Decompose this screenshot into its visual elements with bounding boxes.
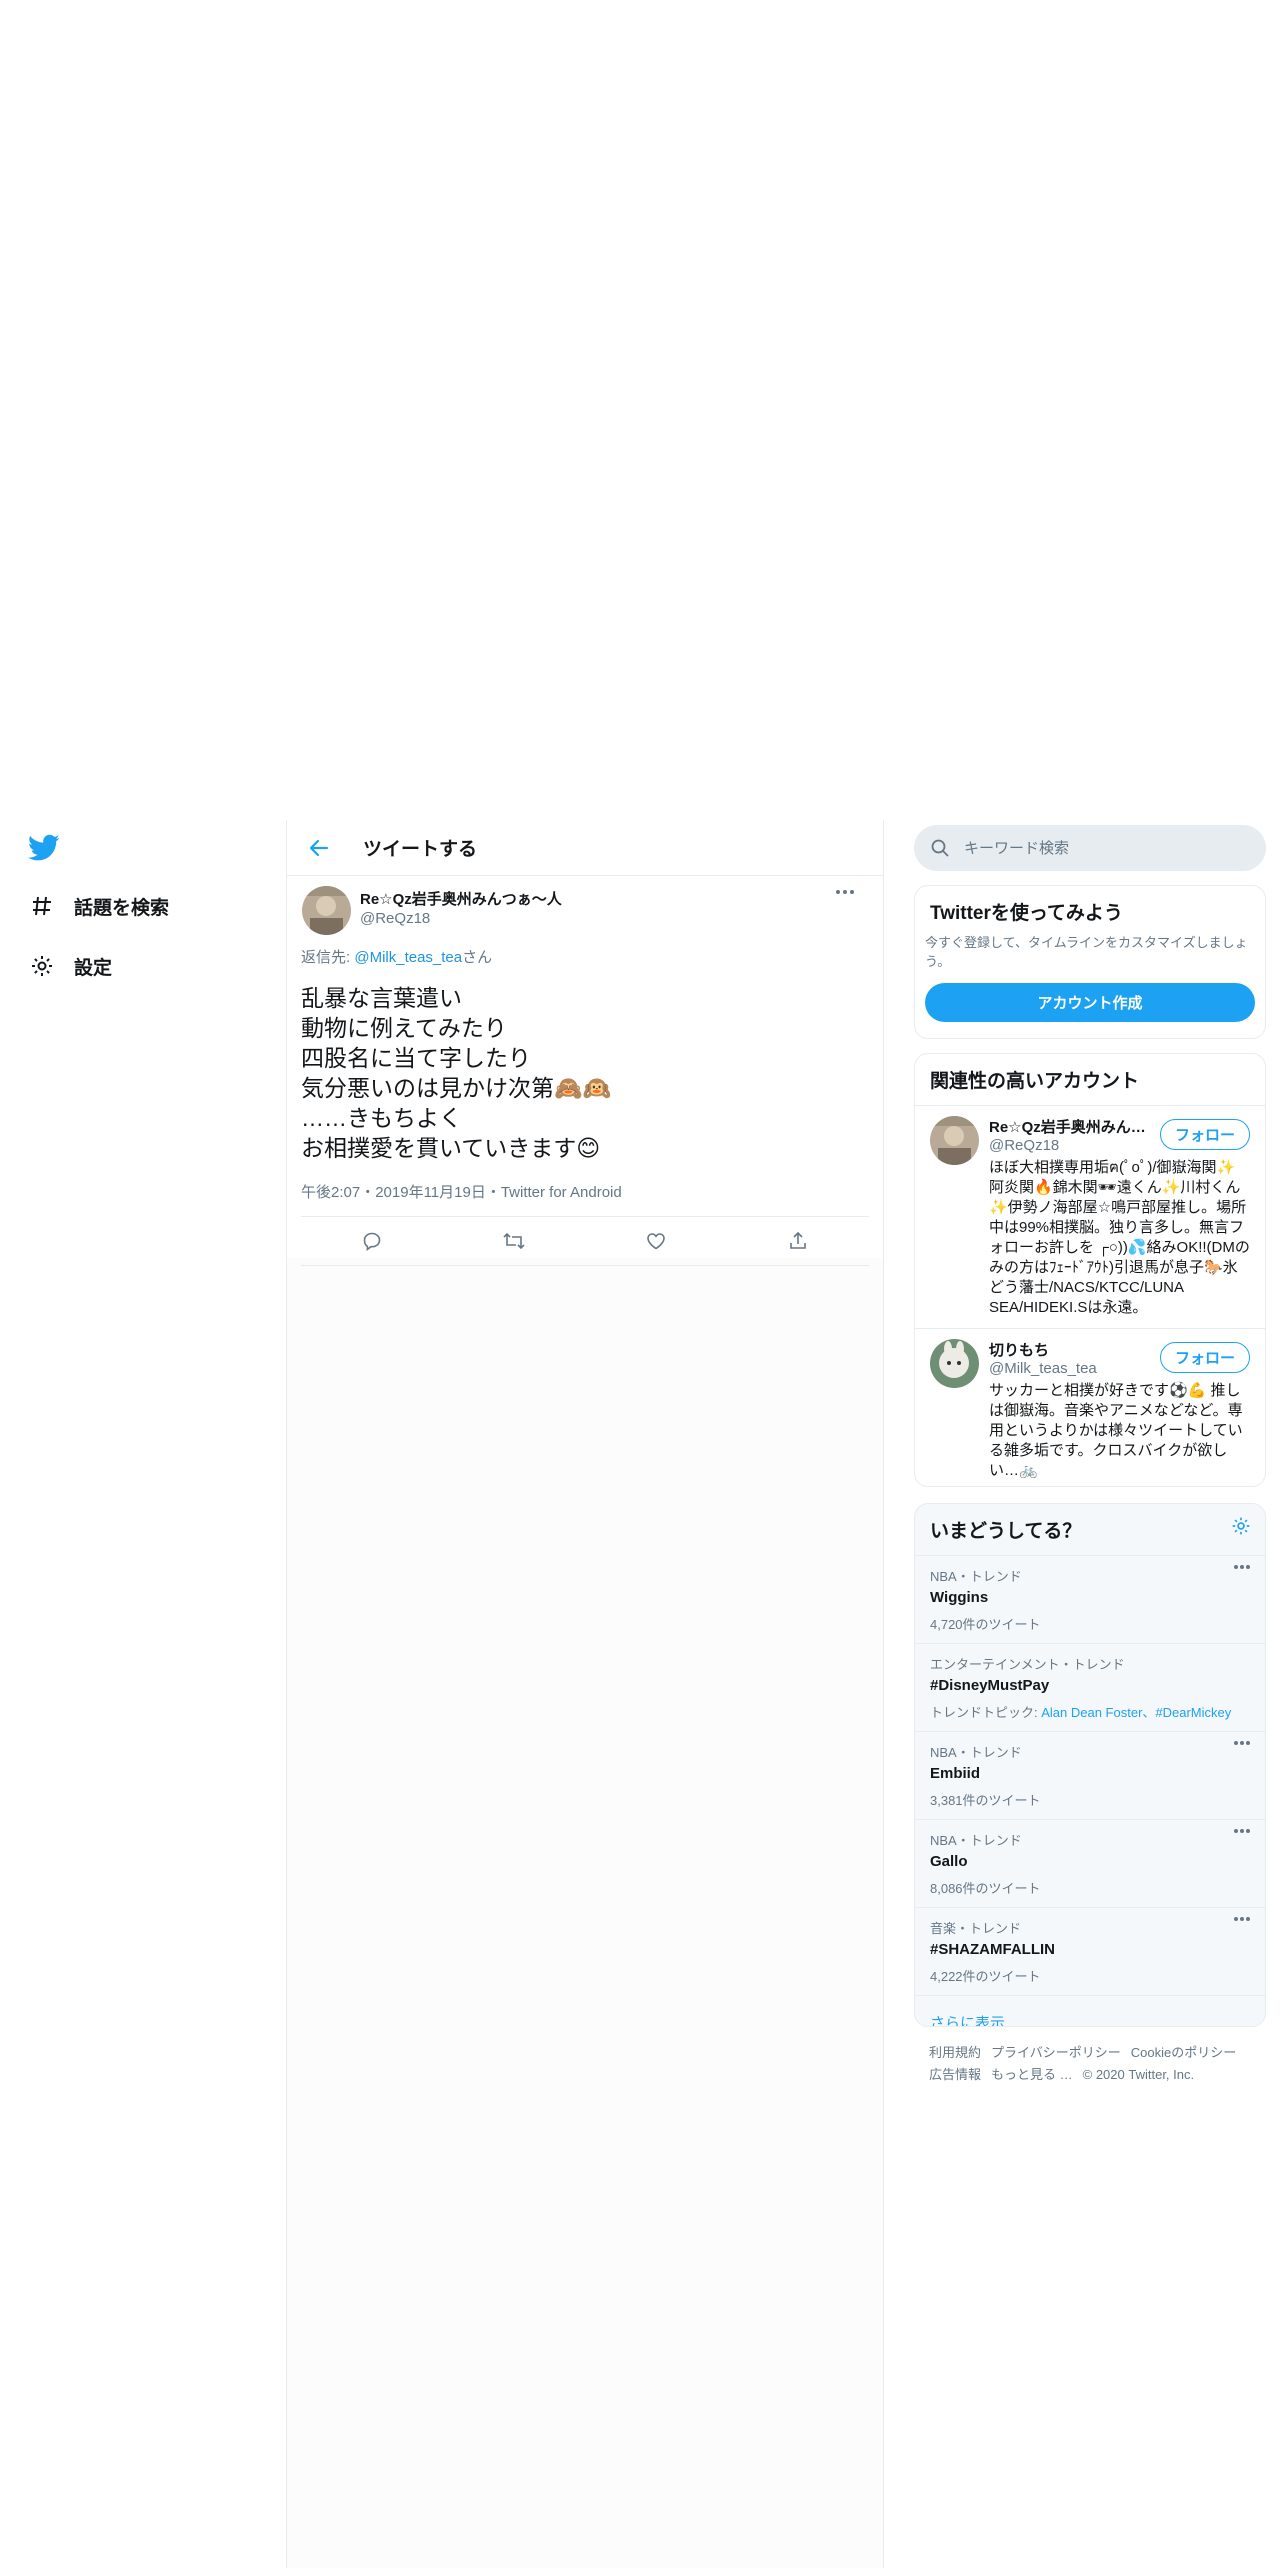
signup-title: Twitterを使ってみよう	[930, 903, 1123, 924]
tweet-text: 乱暴な言葉遣い 動物に例えてみたり 四股名に当て字したり 気分悪いのは見かけ次第…	[301, 985, 612, 1161]
share-icon[interactable]	[778, 1221, 818, 1261]
more-icon[interactable]	[1233, 1564, 1251, 1570]
trends-title: いまどうしてる？	[930, 1521, 1082, 1542]
search-box[interactable]	[914, 825, 1266, 871]
more-icon[interactable]	[835, 888, 855, 896]
footer-ads-link[interactable]: 広告情報	[929, 2067, 981, 2082]
trend-item[interactable]: NBA・トレンド Embiid 3,381件のツイート	[915, 1731, 1265, 1819]
trend-topics: トレンドトピック: Alan Dean Foster、#DearMickey	[930, 1702, 1250, 1721]
nav-settings-label: 設定	[74, 957, 113, 979]
empty-area	[287, 1258, 883, 2568]
back-arrow-icon[interactable]	[299, 828, 339, 868]
avatar[interactable]	[302, 886, 351, 935]
left-nav: 話題を検索 設定	[0, 820, 286, 2568]
related-title: 関連性の高いアカウント	[930, 1071, 1140, 1092]
account-name[interactable]: 切りもち	[989, 1339, 1149, 1360]
trend-item[interactable]: NBA・トレンド Wiggins 4,720件のツイート	[915, 1555, 1265, 1643]
trend-topics-links[interactable]: Alan Dean Foster、#DearMickey	[1041, 1705, 1231, 1720]
settings-gear-icon[interactable]	[1231, 1516, 1251, 1536]
signup-card: Twitterを使ってみよう 今すぐ登録して、タイムラインをカスタマイズしましょ…	[914, 885, 1266, 1039]
show-more-link[interactable]: さらに表示	[915, 1995, 1265, 2026]
footer-copyright: © 2020 Twitter, Inc.	[1082, 2067, 1195, 2082]
twitter-logo-icon[interactable]	[28, 834, 62, 864]
footer-privacy-link[interactable]: プライバシーポリシー	[991, 2045, 1121, 2060]
footer-terms-link[interactable]: 利用規約	[929, 2045, 981, 2060]
trend-category: 音楽・トレンド	[930, 1921, 1022, 1936]
more-icon[interactable]	[1233, 1916, 1251, 1922]
account-item[interactable]: 切りもち @Milk_teas_tea フォロー サッカーと相撲が好きです⚽💪 …	[915, 1328, 1265, 1486]
nav-explore-label: 話題を検索	[74, 897, 170, 919]
follow-button[interactable]: フォロー	[1159, 1119, 1250, 1150]
trend-category: NBA・トレンド	[930, 1569, 1022, 1584]
trend-category: エンターテインメント・トレンド	[930, 1657, 1125, 1672]
tweet-actions	[301, 1216, 869, 1266]
account-bio: ほぼ大相撲専用垢ฅ(ﾟoﾟ)/御嶽海関✨阿炎関🔥錦木関🕶遠くん✨川村くん✨伊勢ノ…	[989, 1159, 1250, 1316]
avatar[interactable]	[930, 1116, 979, 1165]
trend-name: Wiggins	[930, 1589, 989, 1606]
avatar[interactable]	[930, 1339, 979, 1388]
retweet-icon[interactable]	[494, 1221, 534, 1261]
tweet-meta[interactable]: 午後2:07・2019年11月19日・Twitter for Android	[301, 1181, 869, 1202]
gear-icon	[28, 952, 56, 980]
tweet: Re☆Qz岩手奥州みんつぁ〜人 @ReQz18 返信先: @Milk_teas_…	[287, 876, 883, 1266]
related-accounts-card: 関連性の高いアカウント Re☆Qz岩手奥州みんつぁ〜人 @ReQz18 フォロー…	[914, 1053, 1266, 1487]
like-icon[interactable]	[636, 1221, 676, 1261]
create-account-button[interactable]: アカウント作成	[925, 983, 1255, 1022]
nav-explore[interactable]: 話題を検索	[28, 888, 169, 924]
search-icon	[930, 838, 950, 858]
footer-cookie-link[interactable]: Cookieのポリシー	[1131, 2045, 1236, 2060]
trend-item[interactable]: 音楽・トレンド #SHAZAMFALLIN 4,222件のツイート	[915, 1907, 1265, 1995]
author-name[interactable]: Re☆Qz岩手奥州みんつぁ〜人	[360, 888, 562, 909]
trend-count: 8,086件のツイート	[930, 1881, 1041, 1896]
more-icon[interactable]	[1233, 1740, 1251, 1746]
trends-card: いまどうしてる？ NBA・トレンド Wiggins 4,720件のツイート エン…	[914, 1503, 1266, 2027]
trend-topics-label: トレンドトピック:	[930, 1705, 1042, 1720]
account-name[interactable]: Re☆Qz岩手奥州みんつぁ〜人	[989, 1116, 1149, 1137]
page-title: ツイートする	[363, 839, 478, 860]
trend-count: 4,222件のツイート	[930, 1969, 1041, 1984]
footer: 利用規約 プライバシーポリシー Cookieのポリシー 広告情報 もっと見る … © 2…	[929, 2042, 1259, 2086]
follow-button[interactable]: フォロー	[1159, 1342, 1250, 1373]
signup-subtitle: 今すぐ登録して、タイムラインをカスタマイズしましょう。	[925, 935, 1248, 969]
trend-item[interactable]: NBA・トレンド Gallo 8,086件のツイート	[915, 1819, 1265, 1907]
more-icon[interactable]	[1233, 1828, 1251, 1834]
footer-more-link[interactable]: もっと見る …	[991, 2067, 1073, 2082]
search-input[interactable]	[964, 839, 1244, 857]
reply-icon[interactable]	[352, 1221, 392, 1261]
main-column: ツイートする Re☆Qz岩手奥州みんつぁ〜人 @ReQz18 返信先: @Mil…	[286, 820, 884, 2568]
account-item[interactable]: Re☆Qz岩手奥州みんつぁ〜人 @ReQz18 フォロー ほぼ大相撲専用垢ฅ(ﾟ…	[915, 1105, 1265, 1328]
trend-name: Embiid	[930, 1765, 981, 1782]
reply-suffix: さん	[462, 949, 493, 966]
reply-context: 返信先: @Milk_teas_teaさん	[301, 946, 869, 967]
reply-prefix: 返信先:	[301, 949, 355, 966]
trend-name: #DisneyMustPay	[930, 1677, 1050, 1694]
trend-name: #SHAZAMFALLIN	[930, 1941, 1055, 1958]
trend-name: Gallo	[930, 1853, 968, 1870]
trend-category: NBA・トレンド	[930, 1833, 1022, 1848]
tweet-author: Re☆Qz岩手奥州みんつぁ〜人 @ReQz18	[301, 876, 869, 942]
trend-count: 4,720件のツイート	[930, 1617, 1041, 1632]
reply-handle-link[interactable]: @Milk_teas_tea	[354, 949, 462, 966]
nav-settings[interactable]: 設定	[28, 948, 112, 984]
hashtag-icon	[28, 892, 56, 920]
trend-item[interactable]: エンターテインメント・トレンド #DisneyMustPay トレンドトピック:…	[915, 1643, 1265, 1731]
trend-category: NBA・トレンド	[930, 1745, 1022, 1760]
trend-count: 3,381件のツイート	[930, 1793, 1041, 1808]
page-header: ツイートする	[287, 820, 883, 876]
author-handle[interactable]: @ReQz18	[360, 910, 430, 927]
account-bio: サッカーと相撲が好きです⚽💪 推しは御嶽海。音楽やアニメなどなど。専用というより…	[989, 1382, 1243, 1479]
